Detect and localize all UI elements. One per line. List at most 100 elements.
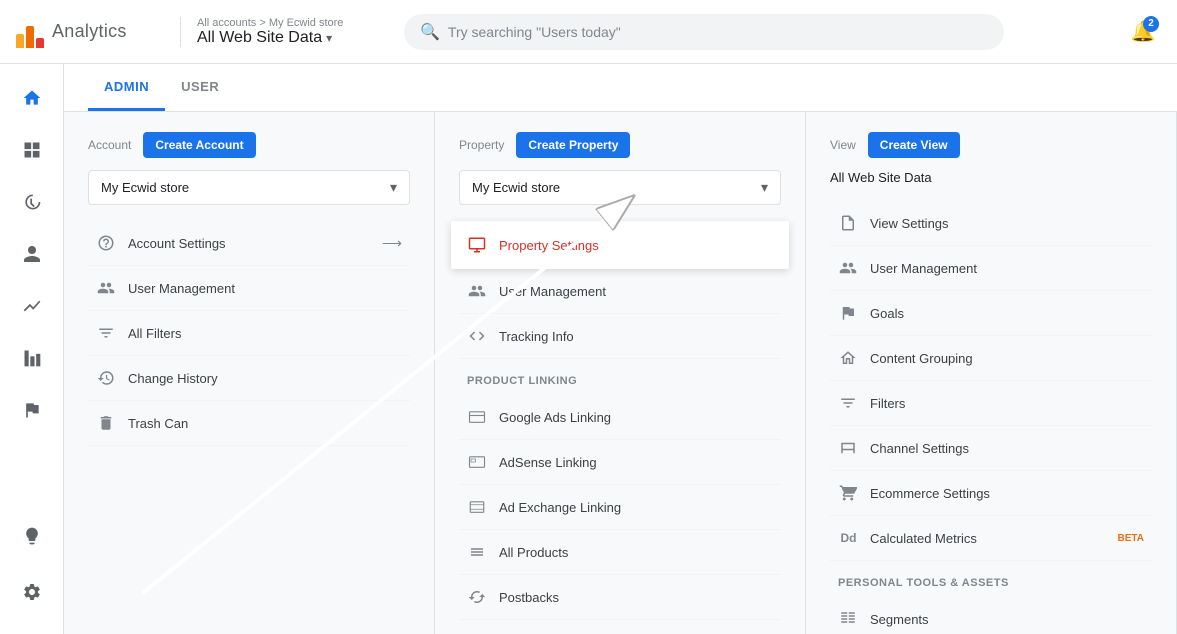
property-settings-item[interactable]: Property Settings [451,221,789,269]
account-settings-item[interactable]: Account Settings ⟶ [88,221,410,266]
view-col-label: View [830,138,856,152]
audience-definitions-item[interactable]: Audience Definitions [459,620,781,634]
change-history-label: Change History [128,371,402,386]
tracking-info-label: Tracking Info [499,329,773,344]
logo-area: Analytics [16,16,156,48]
property-col-label: Property [459,138,504,152]
all-products-label: All Products [499,545,773,560]
tab-admin[interactable]: ADMIN [88,65,165,111]
property-col-header: Property Create Property [459,132,781,158]
property-dropdown[interactable]: My Ecwid store ▾ [459,170,781,205]
property-settings-icon [467,235,487,255]
search-bar[interactable]: 🔍 Try searching "Users today" [404,14,1004,50]
account-user-management-item[interactable]: User Management [88,266,410,311]
segments-item[interactable]: Segments [830,597,1152,634]
account-col-label: Account [88,138,131,152]
content-grouping-label: Content Grouping [870,351,1144,366]
change-history-item[interactable]: Change History [88,356,410,401]
trash-can-label: Trash Can [128,416,402,431]
calculated-metrics-icon: Dd [838,528,858,548]
property-column: Property Create Property My Ecwid store … [435,112,806,634]
sidebar-item-acquisition[interactable] [8,282,56,330]
account-settings-label: Account Settings [128,236,370,251]
postbacks-label: Postbacks [499,590,773,605]
gear-icon [22,582,42,602]
view-name: All Web Site Data [830,170,1152,185]
view-filters-icon [838,393,858,413]
goals-item[interactable]: Goals [830,291,1152,336]
account-user-management-label: User Management [128,281,402,296]
account-breadcrumb: All accounts > My Ecwid store [197,17,380,29]
topbar: Analytics All accounts > My Ecwid store … [0,0,1177,64]
account-column: Account Create Account My Ecwid store ▾ … [64,112,435,634]
channel-settings-item[interactable]: Channel Settings [830,426,1152,471]
filters-item[interactable]: Filters [830,381,1152,426]
ad-exchange-icon [467,497,487,517]
account-dropdown-arrow: ▾ [326,31,332,45]
filters-label: Filters [870,396,1144,411]
dashboard-icon [22,140,42,160]
view-settings-label: View Settings [870,216,1144,231]
segments-label: Segments [870,612,1144,627]
admin-columns: Account Create Account My Ecwid store ▾ … [64,112,1177,634]
calculated-metrics-item[interactable]: Dd Calculated Metrics BETA [830,516,1152,561]
sidebar-item-discover[interactable] [8,512,56,560]
ad-exchange-linking-label: Ad Exchange Linking [499,500,773,515]
sidebar-item-reports[interactable] [8,178,56,226]
search-icon: 🔍 [420,22,440,42]
main-content: ADMIN USER Account Create Account My Ecw… [64,64,1177,634]
adsense-icon [467,452,487,472]
tab-user[interactable]: USER [165,65,235,111]
account-col-header: Account Create Account [88,132,410,158]
account-name-row[interactable]: All Web Site Data ▾ [197,29,380,47]
create-view-button[interactable]: Create View [868,132,960,158]
postbacks-item[interactable]: Postbacks [459,575,781,620]
create-account-button[interactable]: Create Account [143,132,255,158]
account-settings-icon [96,233,116,253]
create-property-button[interactable]: Create Property [516,132,630,158]
sidebar-item-behavior[interactable] [8,334,56,382]
ad-exchange-linking-item[interactable]: Ad Exchange Linking [459,485,781,530]
property-user-management-item[interactable]: User Management [459,269,781,314]
notifications-button[interactable]: 🔔 2 [1125,14,1161,50]
analytics-logo [16,16,44,48]
content-grouping-icon [838,348,858,368]
user-icon [22,244,42,264]
calculated-metrics-label: Calculated Metrics [870,531,1102,546]
google-ads-linking-item[interactable]: Google Ads Linking [459,395,781,440]
notification-badge: 2 [1143,16,1159,32]
property-user-mgmt-icon [467,281,487,301]
svg-text:Dd: Dd [841,531,857,545]
content-grouping-item[interactable]: Content Grouping [830,336,1152,381]
sidebar-item-audience[interactable] [8,230,56,278]
sidebar [0,64,64,634]
view-col-header: View Create View [830,132,1152,158]
all-products-item[interactable]: All Products [459,530,781,575]
topbar-right: 🔔 2 [1125,14,1161,50]
acquisition-icon [22,296,42,316]
all-filters-item[interactable]: All Filters [88,311,410,356]
tab-bar: ADMIN USER [64,64,1177,112]
tracking-info-item[interactable]: Tracking Info [459,314,781,359]
account-dropdown[interactable]: My Ecwid store ▾ [88,170,410,205]
ecommerce-icon [838,483,858,503]
ecommerce-settings-item[interactable]: Ecommerce Settings [830,471,1152,516]
view-settings-item[interactable]: View Settings [830,201,1152,246]
sidebar-bottom [8,510,56,626]
sidebar-item-dashboard[interactable] [8,126,56,174]
goals-label: Goals [870,306,1144,321]
trash-can-item[interactable]: Trash Can [88,401,410,446]
behavior-icon [22,348,42,368]
sidebar-item-home[interactable] [8,74,56,122]
view-column: View Create View All Web Site Data View … [806,112,1177,634]
app-name: Analytics [52,21,127,42]
adsense-linking-item[interactable]: AdSense Linking [459,440,781,485]
view-settings-icon [838,213,858,233]
account-dropdown-value: My Ecwid store [101,180,189,195]
property-dropdown-value: My Ecwid store [472,180,560,195]
view-user-management-item[interactable]: User Management [830,246,1152,291]
sidebar-item-admin[interactable] [8,568,56,616]
account-selector[interactable]: All accounts > My Ecwid store All Web Si… [180,17,380,47]
adsense-linking-label: AdSense Linking [499,455,773,470]
sidebar-item-conversions[interactable] [8,386,56,434]
